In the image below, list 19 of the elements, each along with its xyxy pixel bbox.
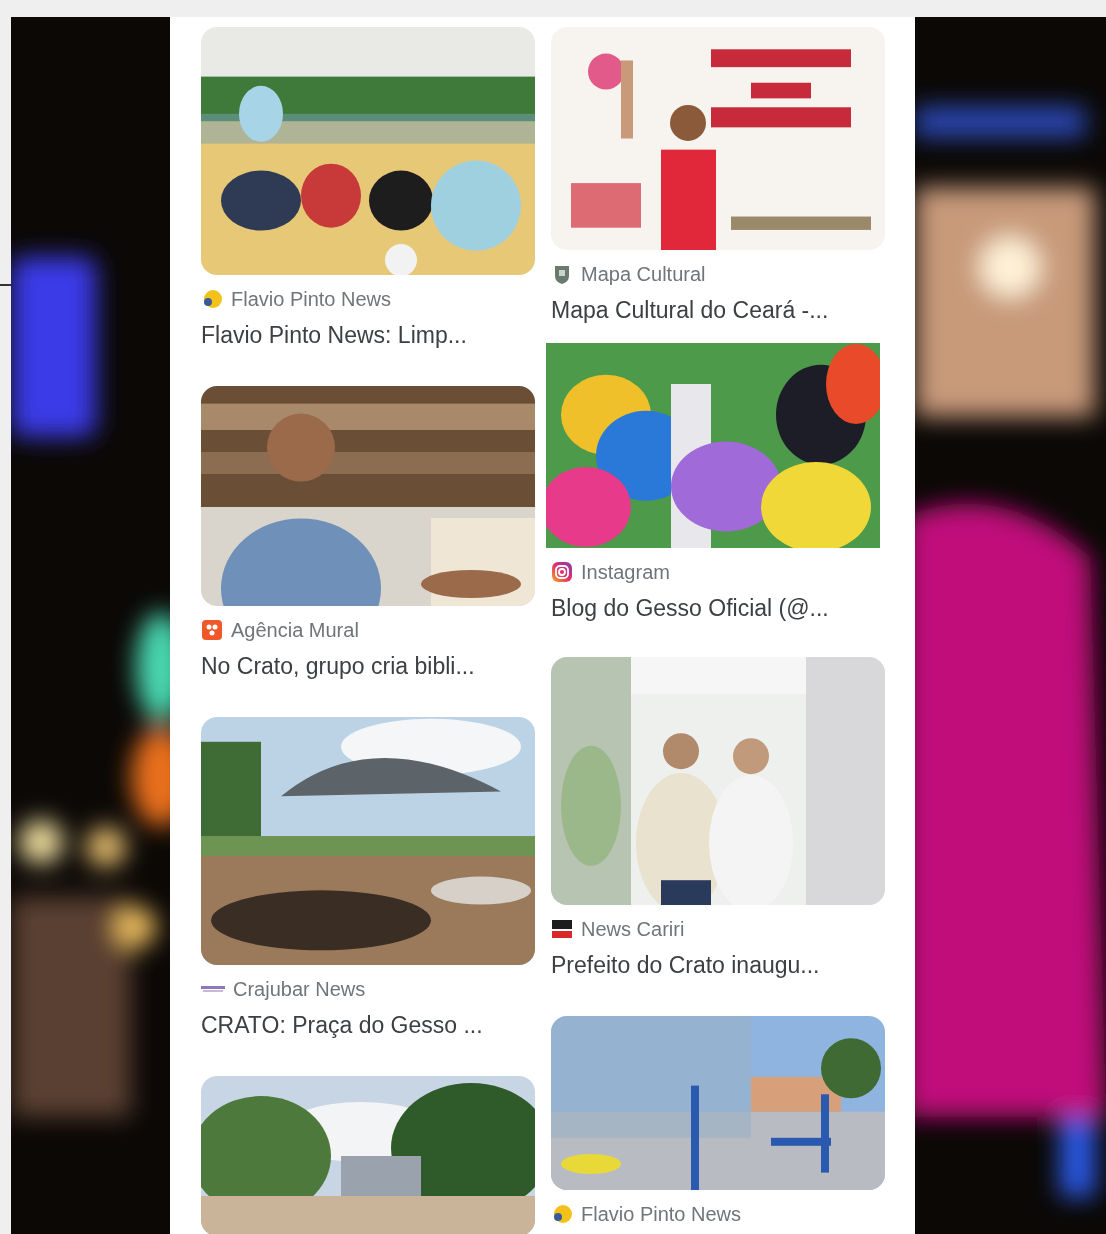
logo-icon [201, 984, 225, 994]
source-name: News Cariri [581, 917, 685, 941]
camera-icon [551, 561, 573, 583]
result-title[interactable]: CRATO: Praça do Gesso ... [201, 1010, 535, 1040]
result-title[interactable]: No Crato, grupo cria bibli... [201, 651, 535, 681]
source-name: Instagram [581, 560, 670, 584]
source-name: Crajubar News [233, 977, 366, 1001]
result-title[interactable]: Blog do Gesso Oficial (@... [551, 593, 885, 623]
mascot-icon [201, 288, 223, 310]
mascot-icon [551, 1203, 573, 1225]
source-name: Flavio Pinto News [231, 287, 392, 311]
source-name: Flavio Pinto News [581, 1202, 742, 1226]
source-name: Agência Mural [231, 618, 359, 642]
result-title[interactable]: Mapa Cultural do Ceará -... [551, 295, 885, 325]
result-title[interactable]: Flavio Pinto News: Limp... [201, 320, 535, 350]
grid-icon [201, 619, 223, 641]
source-name: Mapa Cultural [581, 262, 706, 286]
result-title[interactable]: Prefeito do Crato inaugu... [551, 950, 885, 980]
newspaper-icon [551, 918, 573, 940]
